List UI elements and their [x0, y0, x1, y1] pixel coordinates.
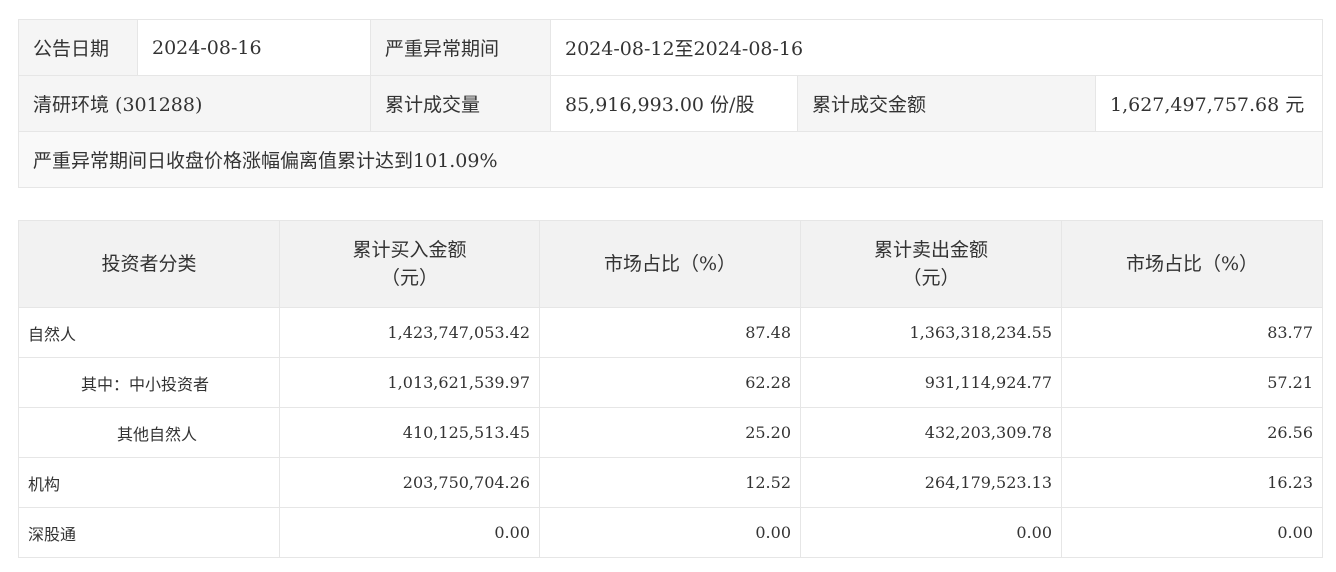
row-sell-share: 0.00: [1061, 507, 1323, 558]
table-row: 机构 203,750,704.26 12.52 264,179,523.13 1…: [18, 457, 1323, 508]
trade-table-header: 投资者分类 累计买入金额 （元） 市场占比（%） 累计卖出金额 （元） 市场占比…: [18, 220, 1323, 308]
deviation-note: 严重异常期间日收盘价格涨幅偏离值累计达到101.09%: [17, 131, 1324, 188]
announcement-table: 公告日期 2024-08-16 严重异常期间 2024-08-12至2024-0…: [17, 19, 1324, 188]
row-category: 其中：中小投资者: [18, 357, 280, 408]
row-buy-amount: 1,423,747,053.42: [279, 307, 540, 358]
header-buy-amount-unit: （元）: [380, 267, 438, 289]
announcement-row-volume: 清研环境 (301288) 累计成交量 85,916,993.00 份/股 累计…: [18, 75, 1324, 132]
table-row: 自然人 1,423,747,053.42 87.48 1,363,318,234…: [18, 307, 1323, 358]
row-sell-share: 83.77: [1061, 307, 1323, 358]
header-sell-amount-unit: （元）: [902, 267, 960, 289]
row-buy-share: 25.20: [539, 407, 801, 458]
row-sell-amount: 0.00: [800, 507, 1062, 558]
header-buy-amount-label: 累计买入金额: [352, 239, 467, 261]
row-buy-share: 0.00: [539, 507, 801, 558]
header-sell-market-share: 市场占比（%）: [1061, 220, 1323, 308]
announcement-date-value: 2024-08-16: [137, 19, 371, 76]
row-sell-amount: 432,203,309.78: [800, 407, 1062, 458]
row-category: 自然人: [18, 307, 280, 358]
row-sell-amount: 264,179,523.13: [800, 457, 1062, 508]
cumulative-amount-label: 累计成交金额: [797, 75, 1096, 132]
row-buy-share: 62.28: [539, 357, 801, 408]
row-sell-amount: 931,114,924.77: [800, 357, 1062, 408]
table-row: 深股通 0.00 0.00 0.00 0.00: [18, 507, 1323, 558]
row-category: 机构: [18, 457, 280, 508]
cumulative-volume-label: 累计成交量: [370, 75, 551, 132]
cumulative-volume-value: 85,916,993.00 份/股: [550, 75, 798, 132]
header-sell-amount: 累计卖出金额 （元）: [800, 220, 1062, 308]
row-sell-share: 16.23: [1061, 457, 1323, 508]
row-buy-amount: 410,125,513.45: [279, 407, 540, 458]
cumulative-amount-value: 1,627,497,757.68 元: [1094, 75, 1324, 132]
table-row: 其中：中小投资者 1,013,621,539.97 62.28 931,114,…: [18, 357, 1323, 408]
row-category: 深股通: [18, 507, 280, 558]
row-buy-amount: 203,750,704.26: [279, 457, 540, 508]
header-sell-amount-label: 累计卖出金额: [873, 239, 988, 261]
investor-trade-table: 投资者分类 累计买入金额 （元） 市场占比（%） 累计卖出金额 （元） 市场占比…: [18, 220, 1323, 558]
header-buy-amount: 累计买入金额 （元）: [279, 220, 540, 308]
announcement-row-note: 严重异常期间日收盘价格涨幅偏离值累计达到101.09%: [17, 131, 1324, 188]
header-buy-market-share: 市场占比（%）: [539, 220, 801, 308]
row-sell-share: 57.21: [1061, 357, 1323, 408]
row-buy-amount: 0.00: [279, 507, 540, 558]
header-investor-category: 投资者分类: [18, 220, 280, 308]
row-sell-amount: 1,363,318,234.55: [800, 307, 1062, 358]
abnormal-period-value: 2024-08-12至2024-08-16: [549, 19, 1324, 76]
row-category: 其他自然人: [18, 407, 280, 458]
row-sell-share: 26.56: [1061, 407, 1323, 458]
announcement-row-date: 公告日期 2024-08-16 严重异常期间 2024-08-12至2024-0…: [18, 19, 1324, 76]
stock-name: 清研环境 (301288): [18, 75, 371, 132]
row-buy-share: 12.52: [539, 457, 801, 508]
announcement-date-label: 公告日期: [18, 19, 138, 76]
row-buy-share: 87.48: [539, 307, 801, 358]
table-row: 其他自然人 410,125,513.45 25.20 432,203,309.7…: [18, 407, 1323, 458]
abnormal-period-label: 严重异常期间: [370, 19, 551, 76]
row-buy-amount: 1,013,621,539.97: [279, 357, 540, 408]
